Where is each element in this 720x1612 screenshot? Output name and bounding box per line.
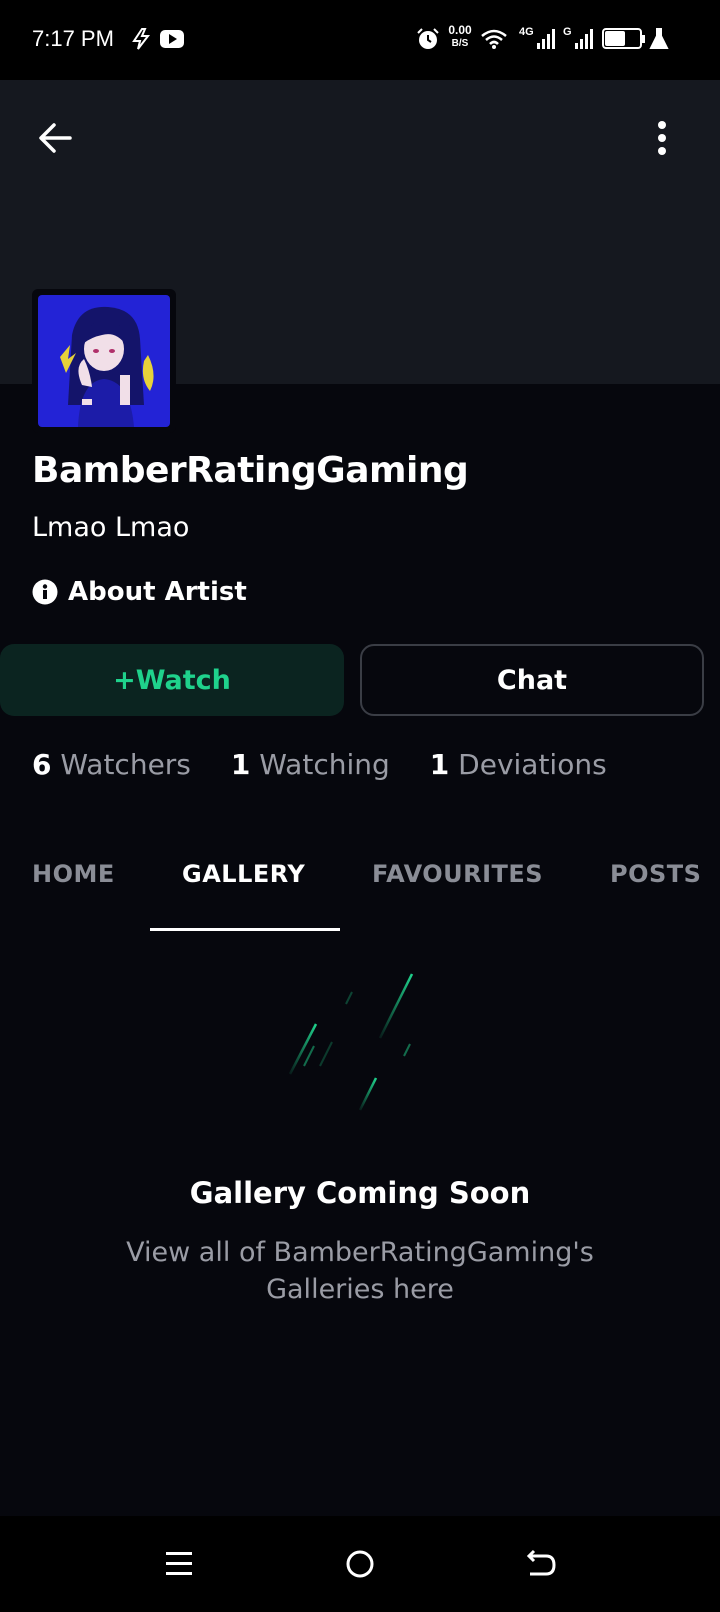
about-artist-link[interactable]: About Artist	[32, 574, 247, 610]
battery-icon: 57	[602, 28, 645, 49]
tab-gallery[interactable]: GALLERY	[182, 860, 305, 888]
mobile-type-2: G	[563, 26, 572, 38]
empty-state-title: Gallery Coming Soon	[189, 1176, 531, 1210]
avatar[interactable]	[38, 295, 170, 427]
stat-deviations[interactable]: 1 Deviations	[430, 748, 607, 781]
tab-posts[interactable]: POSTS	[610, 860, 701, 888]
about-artist-label: About Artist	[68, 577, 247, 607]
tab-favourites[interactable]: FAVOURITES	[372, 860, 543, 888]
profile-stats: 6 Watchers 1 Watching 1 Deviations	[32, 748, 647, 781]
alarm-icon	[417, 28, 439, 49]
arrow-left-icon[interactable]	[32, 114, 80, 162]
watch-button[interactable]: +Watch	[0, 644, 344, 716]
stat-count: 1	[429, 748, 450, 781]
network-speed: 0.00 B/S	[448, 23, 472, 50]
signal-icon	[537, 29, 555, 49]
tab-home[interactable]: HOME	[32, 860, 115, 888]
stat-label: Watching	[259, 748, 390, 781]
status-time: 7:17 PM	[32, 26, 114, 51]
lab-icon	[649, 28, 669, 49]
mobile-type-1: 4G	[519, 26, 534, 38]
username: BamberRatingGaming	[32, 450, 469, 491]
stat-label: Watchers	[60, 748, 191, 781]
home-icon[interactable]	[342, 1546, 378, 1582]
profile-tagline: Lmao Lmao	[32, 512, 190, 543]
stat-count: 6	[32, 748, 52, 781]
empty-state-description: View all of BamberRatingGaming's Galleri…	[126, 1237, 594, 1305]
stat-watching[interactable]: 1 Watching	[231, 748, 390, 781]
loading-streaks-icon	[288, 973, 414, 1111]
wifi-icon	[481, 29, 507, 49]
menu-icon[interactable]	[162, 1546, 198, 1582]
signal-icon-2	[575, 29, 593, 49]
more-vertical-icon[interactable]	[646, 114, 678, 162]
youtube-icon	[160, 30, 184, 48]
status-bar: 7:17 PM 0.00 B/S 4G G 57	[0, 0, 720, 80]
stat-count: 1	[230, 748, 251, 781]
chat-button[interactable]: Chat	[360, 644, 704, 716]
stat-watchers[interactable]: 6 Watchers	[32, 748, 191, 781]
back-icon[interactable]	[522, 1546, 558, 1582]
flash-icon	[132, 28, 151, 50]
info-icon	[32, 579, 58, 605]
profile-tabs: HOME GALLERY FAVOURITES POSTS	[0, 860, 720, 930]
stat-label: Deviations	[458, 748, 607, 781]
active-tab-indicator	[150, 928, 340, 931]
